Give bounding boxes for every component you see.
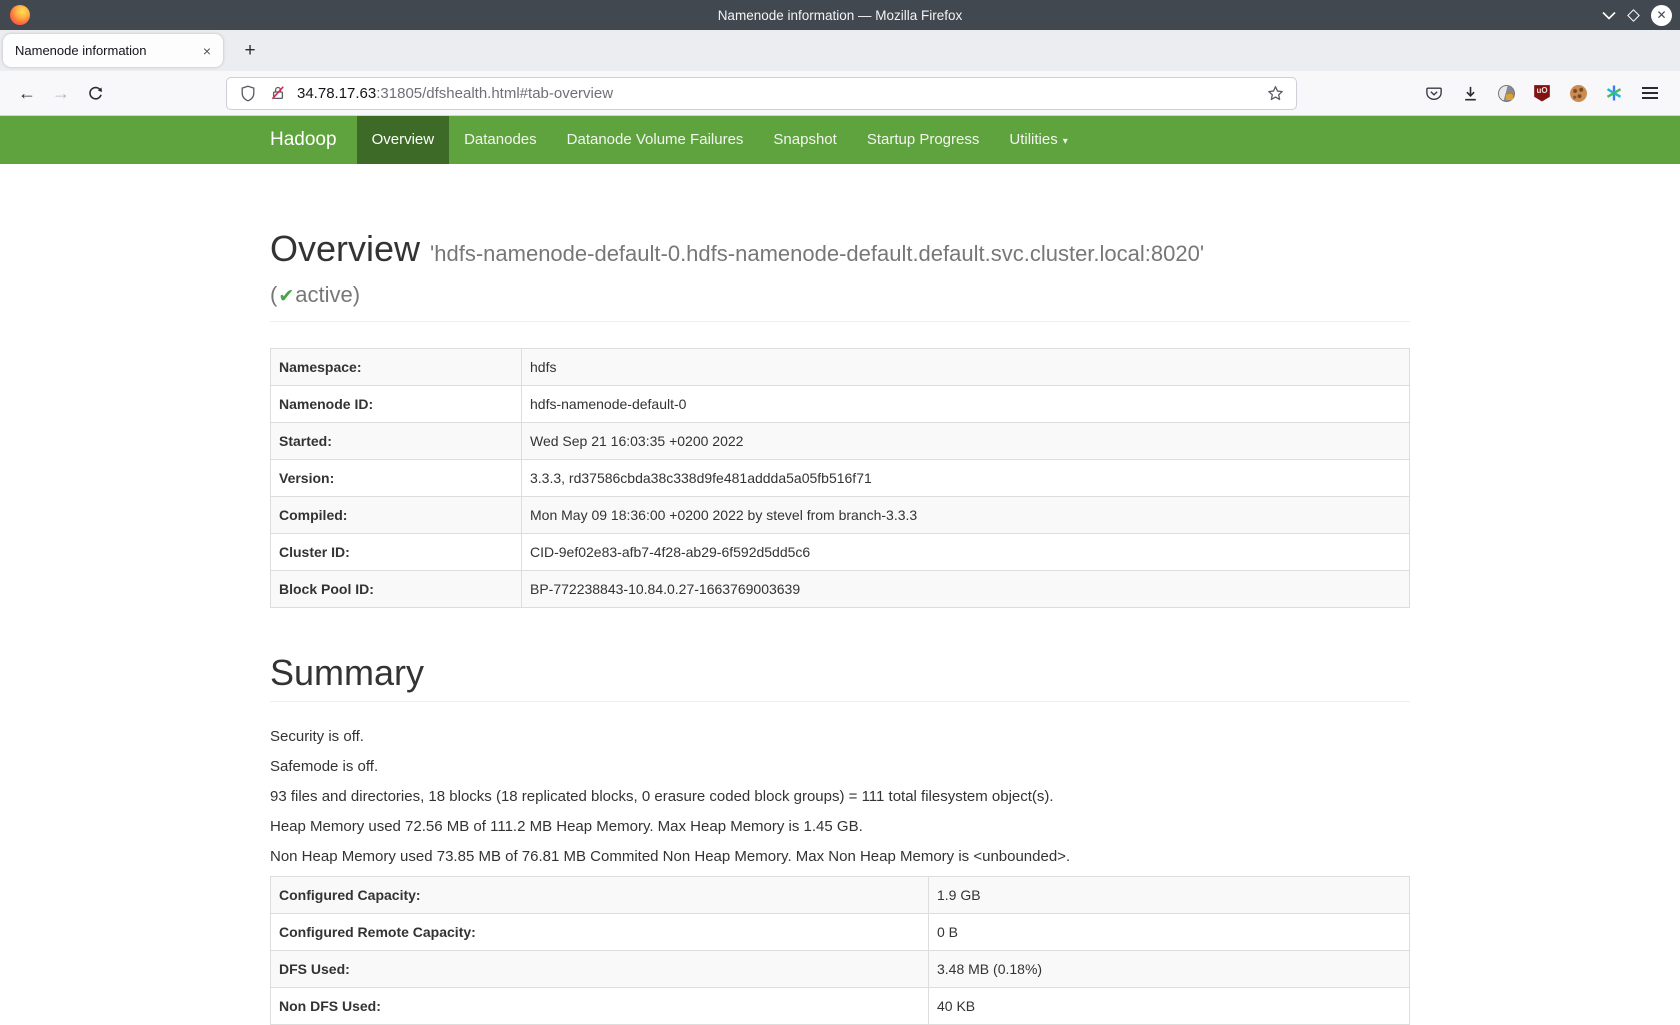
capacity-label: Configured Capacity: xyxy=(271,877,929,914)
info-value: Mon May 09 18:36:00 +0200 2022 by stevel… xyxy=(522,496,1410,533)
nav-item-snapshot[interactable]: Snapshot xyxy=(758,116,851,164)
nav-item-overview[interactable]: Overview xyxy=(357,116,450,164)
table-row: DFS Used:3.48 MB (0.18%) xyxy=(271,951,1410,988)
navbar-brand-hadoop[interactable]: Hadoop xyxy=(270,116,337,164)
table-row: Non DFS Used:40 KB xyxy=(271,988,1410,1025)
tab-close-icon[interactable]: × xyxy=(197,41,217,61)
info-value: CID-9ef02e83-afb7-4f28-ab29-6f592d5dd5c6 xyxy=(522,533,1410,570)
overview-heading: Overview 'hdfs-namenode-default-0.hdfs-n… xyxy=(270,228,1410,311)
bookmark-star-icon[interactable] xyxy=(1264,82,1286,104)
active-status: (✔active) xyxy=(270,269,1410,310)
nav-item-datanodes[interactable]: Datanodes xyxy=(449,116,552,164)
tab-strip: Namenode information × + xyxy=(0,30,1680,71)
check-icon: ✔ xyxy=(277,286,295,307)
status-label: active xyxy=(295,282,352,307)
pocket-icon[interactable] xyxy=(1423,82,1445,104)
page-content: Overview 'hdfs-namenode-default-0.hdfs-n… xyxy=(270,228,1410,1025)
minimize-button[interactable] xyxy=(1602,11,1616,20)
new-tab-button[interactable]: + xyxy=(237,38,263,64)
capacity-value: 0 B xyxy=(929,914,1410,951)
insecure-lock-icon[interactable] xyxy=(267,82,289,104)
info-label: Cluster ID: xyxy=(271,533,522,570)
summary-heading: Summary xyxy=(270,652,1410,693)
url-text: 34.78.17.63:31805/dfshealth.html#tab-ove… xyxy=(297,85,1256,102)
summary-line: Security is off. xyxy=(270,726,1410,747)
info-value: BP-772238843-10.84.0.27-1663769003639 xyxy=(522,570,1410,607)
asterisk-extension-icon[interactable] xyxy=(1603,82,1625,104)
summary-line: 93 files and directories, 18 blocks (18 … xyxy=(270,786,1410,807)
capacity-value: 1.9 GB xyxy=(929,877,1410,914)
summary-line: Non Heap Memory used 73.85 MB of 76.81 M… xyxy=(270,846,1410,867)
info-label: Namenode ID: xyxy=(271,385,522,422)
downloads-icon[interactable] xyxy=(1459,82,1481,104)
maximize-button[interactable] xyxy=(1629,11,1638,20)
tab-title: Namenode information xyxy=(15,43,197,58)
namenode-info-table: Namespace:hdfs Namenode ID:hdfs-namenode… xyxy=(270,348,1410,608)
page-title: Overview xyxy=(270,228,420,269)
table-row: Compiled:Mon May 09 18:36:00 +0200 2022 … xyxy=(271,496,1410,533)
shield-icon[interactable] xyxy=(237,82,259,104)
firefox-logo-icon xyxy=(10,5,30,25)
ublock-origin-icon[interactable]: uO xyxy=(1531,82,1553,104)
summary-line: Heap Memory used 72.56 MB of 111.2 MB He… xyxy=(270,816,1410,837)
reload-button[interactable] xyxy=(78,77,112,109)
table-row: Namenode ID:hdfs-namenode-default-0 xyxy=(271,385,1410,422)
divider xyxy=(270,321,1410,322)
extension-lock-icon[interactable] xyxy=(1495,82,1517,104)
capacity-table: Configured Capacity:1.9 GB Configured Re… xyxy=(270,876,1410,1025)
summary-paragraphs: Security is off. Safemode is off. 93 fil… xyxy=(270,726,1410,867)
toolbar-extensions: uO xyxy=(1423,82,1661,104)
nav-item-utilities-label: Utilities xyxy=(1009,131,1057,148)
nav-item-datanode-volume-failures[interactable]: Datanode Volume Failures xyxy=(552,116,759,164)
divider xyxy=(270,701,1410,702)
info-value: Wed Sep 21 16:03:35 +0200 2022 xyxy=(522,422,1410,459)
table-row: Started:Wed Sep 21 16:03:35 +0200 2022 xyxy=(271,422,1410,459)
table-row: Configured Remote Capacity:0 B xyxy=(271,914,1410,951)
capacity-label: Configured Remote Capacity: xyxy=(271,914,929,951)
capacity-label: Non DFS Used: xyxy=(271,988,929,1025)
info-label: Namespace: xyxy=(271,348,522,385)
info-label: Started: xyxy=(271,422,522,459)
status-close-paren: ) xyxy=(353,282,360,307)
cookie-extension-icon[interactable] xyxy=(1567,82,1589,104)
window-titlebar: Namenode information — Mozilla Firefox ✕ xyxy=(0,0,1680,30)
chevron-down-icon: ▾ xyxy=(1063,136,1068,147)
info-value: 3.3.3, rd37586cbda38c338d9fe481addda5a05… xyxy=(522,459,1410,496)
table-row: Cluster ID:CID-9ef02e83-afb7-4f28-ab29-6… xyxy=(271,533,1410,570)
url-bar[interactable]: 34.78.17.63:31805/dfshealth.html#tab-ove… xyxy=(226,77,1297,110)
capacity-value: 3.48 MB (0.18%) xyxy=(929,951,1410,988)
url-path: :31805/dfshealth.html#tab-overview xyxy=(376,85,613,102)
url-host: 34.78.17.63 xyxy=(297,85,376,102)
table-row: Version:3.3.3, rd37586cbda38c338d9fe481a… xyxy=(271,459,1410,496)
namenode-address: 'hdfs-namenode-default-0.hdfs-namenode-d… xyxy=(430,241,1204,266)
hadoop-navbar: Hadoop Overview Datanodes Datanode Volum… xyxy=(0,116,1680,164)
url-toolbar: ← → 34.78.17.63:31805/dfshealth.html#tab… xyxy=(0,71,1680,116)
close-button[interactable]: ✕ xyxy=(1651,5,1672,26)
nav-item-utilities[interactable]: Utilities ▾ xyxy=(994,116,1082,164)
table-row: Block Pool ID:BP-772238843-10.84.0.27-16… xyxy=(271,570,1410,607)
info-value: hdfs xyxy=(522,348,1410,385)
forward-button[interactable]: → xyxy=(44,77,78,109)
back-button[interactable]: ← xyxy=(10,77,44,109)
browser-tab[interactable]: Namenode information × xyxy=(3,34,223,67)
capacity-label: DFS Used: xyxy=(271,951,929,988)
info-label: Compiled: xyxy=(271,496,522,533)
table-row: Namespace:hdfs xyxy=(271,348,1410,385)
info-label: Block Pool ID: xyxy=(271,570,522,607)
nav-item-startup-progress[interactable]: Startup Progress xyxy=(852,116,995,164)
window-title: Namenode information — Mozilla Firefox xyxy=(718,8,963,23)
menu-hamburger-icon[interactable] xyxy=(1639,82,1661,104)
summary-line: Safemode is off. xyxy=(270,756,1410,777)
window-controls: ✕ xyxy=(1602,0,1672,30)
capacity-value: 40 KB xyxy=(929,988,1410,1025)
info-label: Version: xyxy=(271,459,522,496)
info-value: hdfs-namenode-default-0 xyxy=(522,385,1410,422)
table-row: Configured Capacity:1.9 GB xyxy=(271,877,1410,914)
